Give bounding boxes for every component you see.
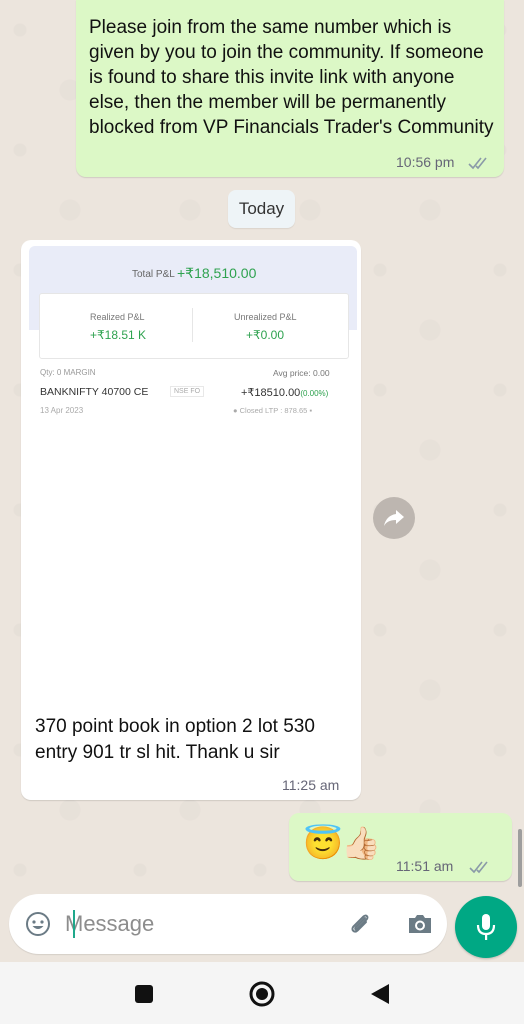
total-pnl-label: Total P&L [132,269,175,280]
microphone-icon [476,914,496,940]
emoji-button[interactable] [23,909,53,939]
pnl-screenshot-image[interactable]: Total P&L +₹18,510.00 Realized P&L +₹18.… [29,246,357,432]
message-caption: 370 point book in option 2 lot 530 entry… [35,716,315,763]
divider [192,308,193,342]
emoji-icon [26,912,50,936]
date-divider: Today [228,190,295,228]
camera-button[interactable] [405,909,435,939]
chat-area[interactable]: Please join from the same number which i… [0,0,524,960]
outgoing-message-bubble[interactable]: Please join from the same number which i… [76,0,504,177]
position-status: ● Closed LTP : 878.65 ▪ [233,406,313,415]
exchange-tag: NSE FO [170,386,205,397]
forward-icon [384,510,404,526]
position-pnl: +₹18510.00(0.00%) [241,386,328,399]
position-qty: Qty: 0 MARGIN [40,368,96,377]
message-text: Please join from the same number which i… [89,17,494,138]
thumbs-up-emoji: 👍🏻 [341,825,381,861]
system-navigation-bar [0,962,524,1024]
scrollbar[interactable] [518,829,522,887]
message-composer [9,894,447,954]
position-instrument: BANKNIFTY 40700 CE [40,386,149,398]
square-icon [135,985,153,1003]
home-circle-icon [249,981,275,1007]
text-cursor [73,910,75,938]
back-button[interactable] [362,976,398,1012]
position-date: 13 Apr 2023 [40,406,84,415]
pnl-breakdown-box: Realized P&L +₹18.51 K Unrealized P&L +₹… [39,293,349,359]
paperclip-icon [351,914,369,933]
unrealized-pnl-value: +₹0.00 [246,328,284,342]
double-check-icon [468,157,487,170]
unrealized-pnl-label: Unrealized P&L [234,312,297,322]
position-pnl-value: +₹18510.00 [241,387,301,399]
outgoing-message-bubble[interactable]: 😇 👍🏻 11:51 am [289,813,512,881]
attach-button[interactable] [345,909,375,939]
message-input[interactable] [65,906,325,942]
avg-price: Avg price: 0.00 [273,368,330,378]
back-triangle-icon [371,984,389,1004]
message-time: 11:51 am [396,858,454,874]
recents-button[interactable] [126,976,162,1012]
position-pnl-percent: (0.00%) [300,389,329,398]
message-time: 10:56 pm [396,154,455,170]
realized-pnl-value: +₹18.51 K [90,328,147,342]
incoming-image-message[interactable]: Total P&L +₹18,510.00 Realized P&L +₹18.… [21,240,361,800]
camera-icon [409,915,431,933]
double-check-icon [469,861,488,874]
total-pnl-value: +₹18,510.00 [177,265,257,281]
forward-button[interactable] [373,497,415,539]
message-time: 11:25 am [282,777,340,793]
date-divider-label: Today [238,199,285,218]
home-button[interactable] [244,976,280,1012]
voice-record-button[interactable] [455,896,517,958]
smiling-halo-emoji: 😇 [303,825,343,861]
realized-pnl-label: Realized P&L [90,312,145,322]
